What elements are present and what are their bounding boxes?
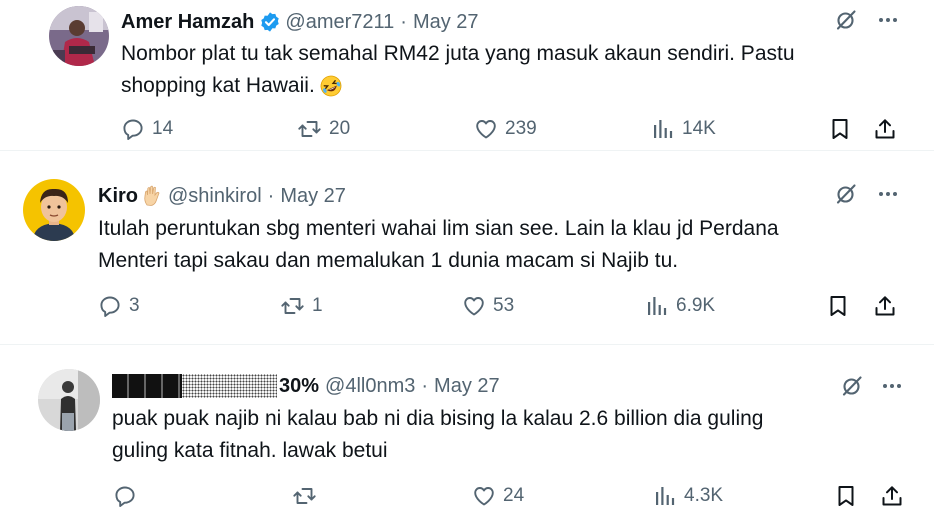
repost-count: 20 [329, 118, 351, 139]
raised-hand-emoji-icon [140, 184, 164, 208]
grok-slash-icon[interactable] [834, 8, 858, 32]
tweet-header: Amer Hamzah @amer7211 · May 27 [121, 8, 479, 36]
bookmark-button[interactable] [826, 294, 850, 318]
rolling-on-floor-laughing-emoji-icon [319, 74, 343, 98]
verified-badge-icon [259, 11, 281, 33]
views-count: 14K [682, 118, 716, 139]
views-chart-icon [645, 294, 669, 318]
bookmark-icon [834, 484, 858, 508]
share-icon [873, 294, 897, 318]
username-handle[interactable]: @amer7211 [285, 11, 394, 34]
tweet-date[interactable]: May 27 [413, 11, 479, 34]
redacted-name-block [112, 374, 277, 398]
like-button[interactable]: 53 [462, 294, 514, 318]
views-count: 4.3K [684, 485, 724, 506]
share-button[interactable] [873, 294, 897, 318]
views-chart-icon [651, 117, 675, 141]
tweet-text-line: Itulah peruntukan sbg menteri wahai lim … [98, 217, 779, 240]
like-count: 53 [493, 295, 515, 316]
like-heart-icon [462, 294, 486, 318]
repost-count: 1 [312, 295, 323, 316]
repost-button[interactable]: 1 [280, 294, 323, 318]
bookmark-icon [826, 294, 850, 318]
views-button[interactable]: 14K [651, 117, 716, 141]
tweet-header: 30% @4ll0nm3 · May 27 [112, 372, 500, 400]
action-bar: 14 20 239 14K [0, 117, 934, 147]
share-button[interactable] [873, 117, 897, 141]
tweet-header: Kiro @shinkirol · May 27 [98, 182, 346, 210]
reply-button[interactable] [113, 484, 144, 508]
reply-icon [121, 117, 145, 141]
more-dots-icon[interactable] [880, 374, 904, 398]
avatar[interactable] [38, 369, 100, 431]
tweet[interactable]: Kiro @shinkirol · May 27 Itulah peruntuk… [0, 172, 934, 332]
grok-slash-icon[interactable] [834, 182, 858, 206]
like-heart-icon [474, 117, 498, 141]
share-button[interactable] [880, 484, 904, 508]
tweet-text-line: Nombor plat tu tak semahal RM42 juta yan… [121, 42, 795, 65]
reply-count: 14 [152, 118, 174, 139]
tweet-text-fragment: shopping kat Hawaii. [121, 74, 315, 97]
reply-button[interactable]: 14 [121, 117, 173, 141]
tweet-text: puak puak najib ni kalau bab ni dia bisi… [112, 403, 763, 467]
like-button[interactable]: 24 [472, 484, 524, 508]
reply-icon [113, 484, 137, 508]
tweet-text-line: puak puak najib ni kalau bab ni dia bisi… [112, 407, 764, 430]
like-heart-icon [472, 484, 496, 508]
views-count: 6.9K [676, 295, 716, 316]
action-bar: 3 1 53 6.9K [0, 294, 934, 324]
like-count: 24 [503, 485, 525, 506]
separator-dot: · [421, 374, 429, 397]
tweet-menu [834, 8, 900, 32]
grok-slash-icon[interactable] [840, 374, 864, 398]
tweet-menu [834, 182, 900, 206]
separator-dot: · [267, 184, 275, 207]
divider [0, 150, 934, 151]
repost-icon [297, 117, 322, 141]
share-icon [873, 117, 897, 141]
username-handle[interactable]: @4ll0nm3 [325, 375, 415, 398]
divider [0, 344, 934, 345]
views-button[interactable]: 6.9K [645, 294, 715, 318]
views-button[interactable]: 4.3K [653, 484, 723, 508]
separator-dot: · [400, 10, 407, 33]
tweet[interactable]: 30% @4ll0nm3 · May 27 puak puak najib ni… [0, 362, 934, 520]
bookmark-button[interactable] [834, 484, 858, 508]
reply-button[interactable]: 3 [98, 294, 140, 318]
more-dots-icon[interactable] [876, 182, 900, 206]
views-chart-icon [653, 484, 677, 508]
avatar[interactable] [49, 6, 109, 66]
reply-count: 3 [129, 295, 140, 316]
repost-icon [292, 484, 317, 508]
bookmark-icon [828, 117, 852, 141]
share-icon [880, 484, 904, 508]
tweet-text-line: guling kata fitnah. lawak betui [112, 439, 388, 462]
more-dots-icon[interactable] [876, 8, 900, 32]
repost-icon [280, 294, 305, 318]
tweet-text-line: Menteri tapi sakau dan memalukan 1 dunia… [98, 249, 679, 272]
reply-icon [98, 294, 122, 318]
repost-button[interactable] [292, 484, 324, 508]
bookmark-button[interactable] [828, 117, 852, 141]
tweet-date[interactable]: May 27 [434, 375, 500, 398]
username-handle[interactable]: @shinkirol [168, 185, 262, 208]
display-name[interactable]: Kiro [98, 185, 138, 208]
avatar[interactable] [23, 179, 85, 241]
like-button[interactable]: 239 [474, 117, 537, 141]
tweet-menu [840, 374, 904, 398]
display-name[interactable]: 30% [279, 375, 319, 398]
display-name[interactable]: Amer Hamzah [121, 11, 254, 34]
tweet-text-line: shopping kat Hawaii. [121, 70, 795, 102]
tweet-text: Nombor plat tu tak semahal RM42 juta yan… [121, 38, 795, 102]
tweet[interactable]: Amer Hamzah @amer7211 · May 27 Nombor pl… [0, 0, 934, 150]
tweet-text: Itulah peruntukan sbg menteri wahai lim … [98, 213, 779, 277]
repost-button[interactable]: 20 [297, 117, 350, 141]
action-bar: 24 4.3K [0, 484, 934, 514]
tweet-date[interactable]: May 27 [280, 185, 346, 208]
like-count: 239 [505, 118, 537, 139]
